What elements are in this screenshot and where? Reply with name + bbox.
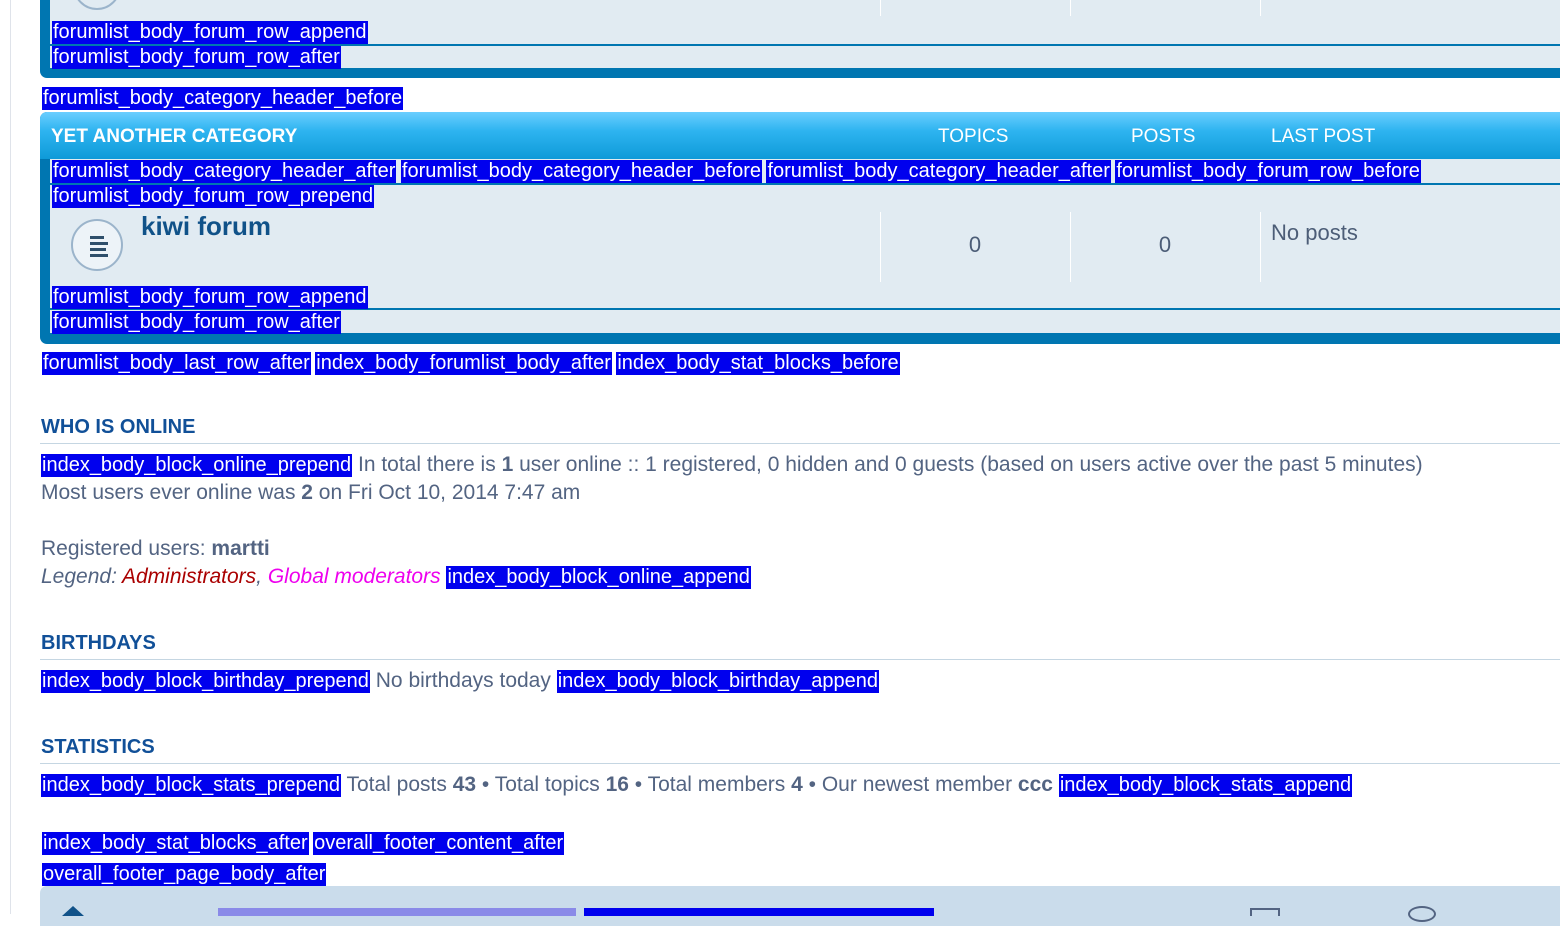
who-is-online-title[interactable]: WHO IS ONLINE — [41, 416, 195, 439]
event-block-online-append: index_body_block_online_append — [446, 566, 751, 589]
online-count: 1 — [501, 453, 514, 476]
newest-member-label: • Our newest member — [802, 773, 1018, 796]
footer-event-block — [584, 908, 934, 916]
event-forum-row-after: forumlist_body_forum_row_after — [52, 46, 341, 69]
section-rule — [40, 443, 1560, 444]
footer-home-icon[interactable] — [62, 906, 84, 916]
column-divider — [1260, 0, 1261, 16]
forum-topics-count: 0 — [968, 232, 982, 257]
event-forum-row-prepend: forumlist_body_forum_row_prepend — [52, 185, 375, 208]
column-topics-header: TOPICS — [938, 126, 1009, 147]
statistics-title: STATISTICS — [41, 736, 155, 758]
legend-global-moderators-link[interactable]: Global moderators — [268, 565, 441, 588]
legend-administrators-link[interactable]: Administrators — [122, 565, 256, 588]
event-category-header-before: forumlist_body_category_header_before — [400, 160, 763, 183]
footer-contact-icon[interactable] — [1250, 908, 1280, 916]
record-count: 2 — [301, 481, 313, 504]
online-text-b: user online :: 1 registered, 0 hidden an… — [513, 453, 1423, 476]
total-topics-value: 16 — [605, 773, 629, 796]
event-category-header-after: forumlist_body_category_header_after — [52, 160, 397, 183]
birthdays-title: BIRTHDAYS — [41, 632, 156, 654]
user-link-martti[interactable]: martti — [211, 537, 269, 560]
category-header-events: forumlist_body_category_header_after for… — [52, 160, 1421, 183]
column-divider — [1070, 212, 1071, 282]
column-last-post-header: LAST POST — [1271, 126, 1376, 147]
registered-users-label: Registered users: — [41, 537, 212, 560]
forumlist-after-events: forumlist_body_last_row_after index_body… — [42, 352, 900, 375]
column-divider — [1070, 0, 1071, 16]
event-stat-blocks-after: index_body_stat_blocks_after — [42, 832, 309, 855]
registered-users-line: Registered users: martti — [41, 537, 270, 561]
record-text-a: Most users ever online was — [41, 481, 302, 504]
forum-link-kiwi[interactable]: kiwi forum — [141, 211, 271, 242]
event-block-stats-append: index_body_block_stats_append — [1058, 774, 1353, 797]
event-category-header-before: forumlist_body_category_header_before — [42, 87, 404, 110]
event-forum-row-append: forumlist_body_forum_row_append — [52, 21, 368, 44]
online-text-a: In total there is — [357, 453, 502, 476]
record-text-b: on Fri Oct 10, 2014 7:47 am — [312, 481, 581, 504]
event-block-stats-prepend: index_body_block_stats_prepend — [41, 774, 341, 797]
total-posts-label: Total posts — [346, 773, 453, 796]
birthdays-text: No birthdays today — [375, 669, 551, 692]
online-line-1: index_body_block_online_prepend In total… — [41, 453, 1423, 477]
total-posts-value: 43 — [452, 773, 477, 796]
forum-last-post: No posts — [1271, 220, 1358, 245]
event-forum-row-before: forumlist_body_forum_row_before — [1115, 160, 1421, 183]
category-title[interactable]: YET ANOTHER CATEGORY — [51, 126, 297, 148]
newest-member-link[interactable]: ccc — [1018, 773, 1053, 796]
page-left-border — [10, 0, 11, 914]
column-divider — [1260, 212, 1261, 282]
footer-team-icon[interactable] — [1408, 906, 1436, 922]
event-block-birthday-prepend: index_body_block_birthday_prepend — [41, 670, 370, 693]
forum-posts-count: 0 — [1158, 232, 1172, 257]
event-category-header-after: forumlist_body_category_header_after — [766, 160, 1111, 183]
section-rule — [40, 763, 1560, 764]
event-block-birthday-append: index_body_block_birthday_append — [556, 670, 879, 693]
total-topics-label: • Total topics — [476, 773, 606, 796]
event-forum-row-append: forumlist_body_forum_row_append — [52, 286, 368, 309]
footer-navbar — [40, 886, 1560, 926]
legend-label: Legend: — [41, 565, 122, 588]
event-forumlist-body-after: index_body_forumlist_body_after — [315, 352, 612, 375]
column-divider — [880, 0, 881, 16]
legend-line: Legend: Administrators, Global moderator… — [41, 565, 751, 589]
online-line-2: Most users ever online was 2 on Fri Oct … — [41, 481, 580, 505]
section-rule — [40, 659, 1560, 660]
stat-blocks-after-events: index_body_stat_blocks_after overall_foo… — [42, 832, 565, 855]
event-last-row-after: forumlist_body_last_row_after — [42, 352, 311, 375]
event-footer-content-after: overall_footer_content_after — [313, 832, 565, 855]
legend-separator: , — [256, 565, 268, 588]
total-members-label: • Total members — [628, 773, 792, 796]
footer-event-block — [218, 908, 576, 916]
column-divider — [880, 212, 881, 282]
event-stat-blocks-before: index_body_stat_blocks_before — [616, 352, 900, 375]
event-forum-row-after: forumlist_body_forum_row_after — [52, 311, 341, 334]
event-footer-page-body-after: overall_footer_page_body_after — [42, 863, 327, 886]
column-posts-header: POSTS — [1131, 126, 1196, 147]
event-block-online-prepend: index_body_block_online_prepend — [41, 454, 353, 477]
birthdays-line: index_body_block_birthday_prepend No bir… — [41, 669, 879, 693]
forum-read-icon — [71, 219, 123, 271]
total-members-value: 4 — [791, 773, 803, 796]
statistics-line: index_body_block_stats_prepend Total pos… — [41, 773, 1353, 797]
